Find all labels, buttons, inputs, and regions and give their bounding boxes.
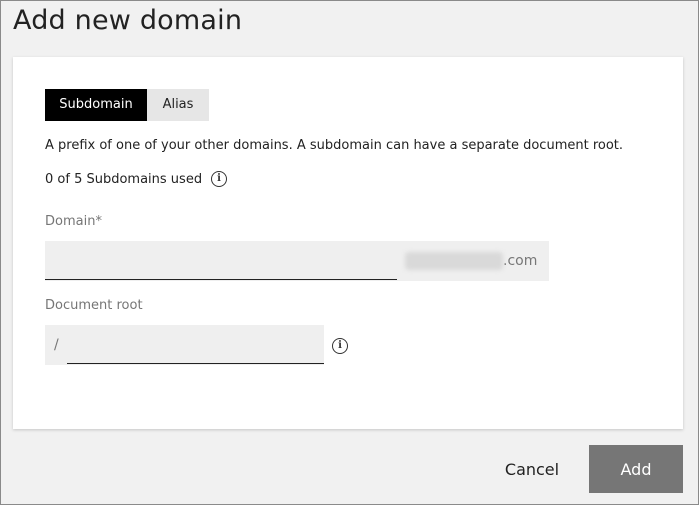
tab-alias[interactable]: Alias [147,89,209,121]
redacted-domain [405,252,503,270]
subdomain-description: A prefix of one of your other domains. A… [45,138,624,153]
dialog-title: Add new domain [13,5,243,36]
form-card: Subdomain Alias A prefix of one of your … [13,57,683,429]
tab-subdomain[interactable]: Subdomain [45,89,147,121]
domain-type-tabs: Subdomain Alias [45,89,209,121]
add-button[interactable]: Add [589,445,683,493]
cancel-button[interactable]: Cancel [489,445,575,493]
document-root-field: / [45,325,324,365]
document-root-label: Document root [45,298,143,313]
domain-tld: .com [503,253,538,269]
document-root-info-icon[interactable]: i [332,338,348,354]
domain-suffix: .com [405,241,537,281]
add-domain-dialog: Add new domain Subdomain Alias A prefix … [0,0,699,505]
info-icon[interactable]: i [211,171,228,187]
document-root-prefix: / [54,337,59,353]
subdomain-usage: 0 of 5 Subdomains used i [45,171,228,187]
document-root-input[interactable] [67,325,324,364]
domain-field: .com [45,241,549,281]
domain-label: Domain* [45,214,102,229]
domain-input[interactable] [45,241,397,280]
subdomain-usage-text: 0 of 5 Subdomains used [45,171,203,187]
